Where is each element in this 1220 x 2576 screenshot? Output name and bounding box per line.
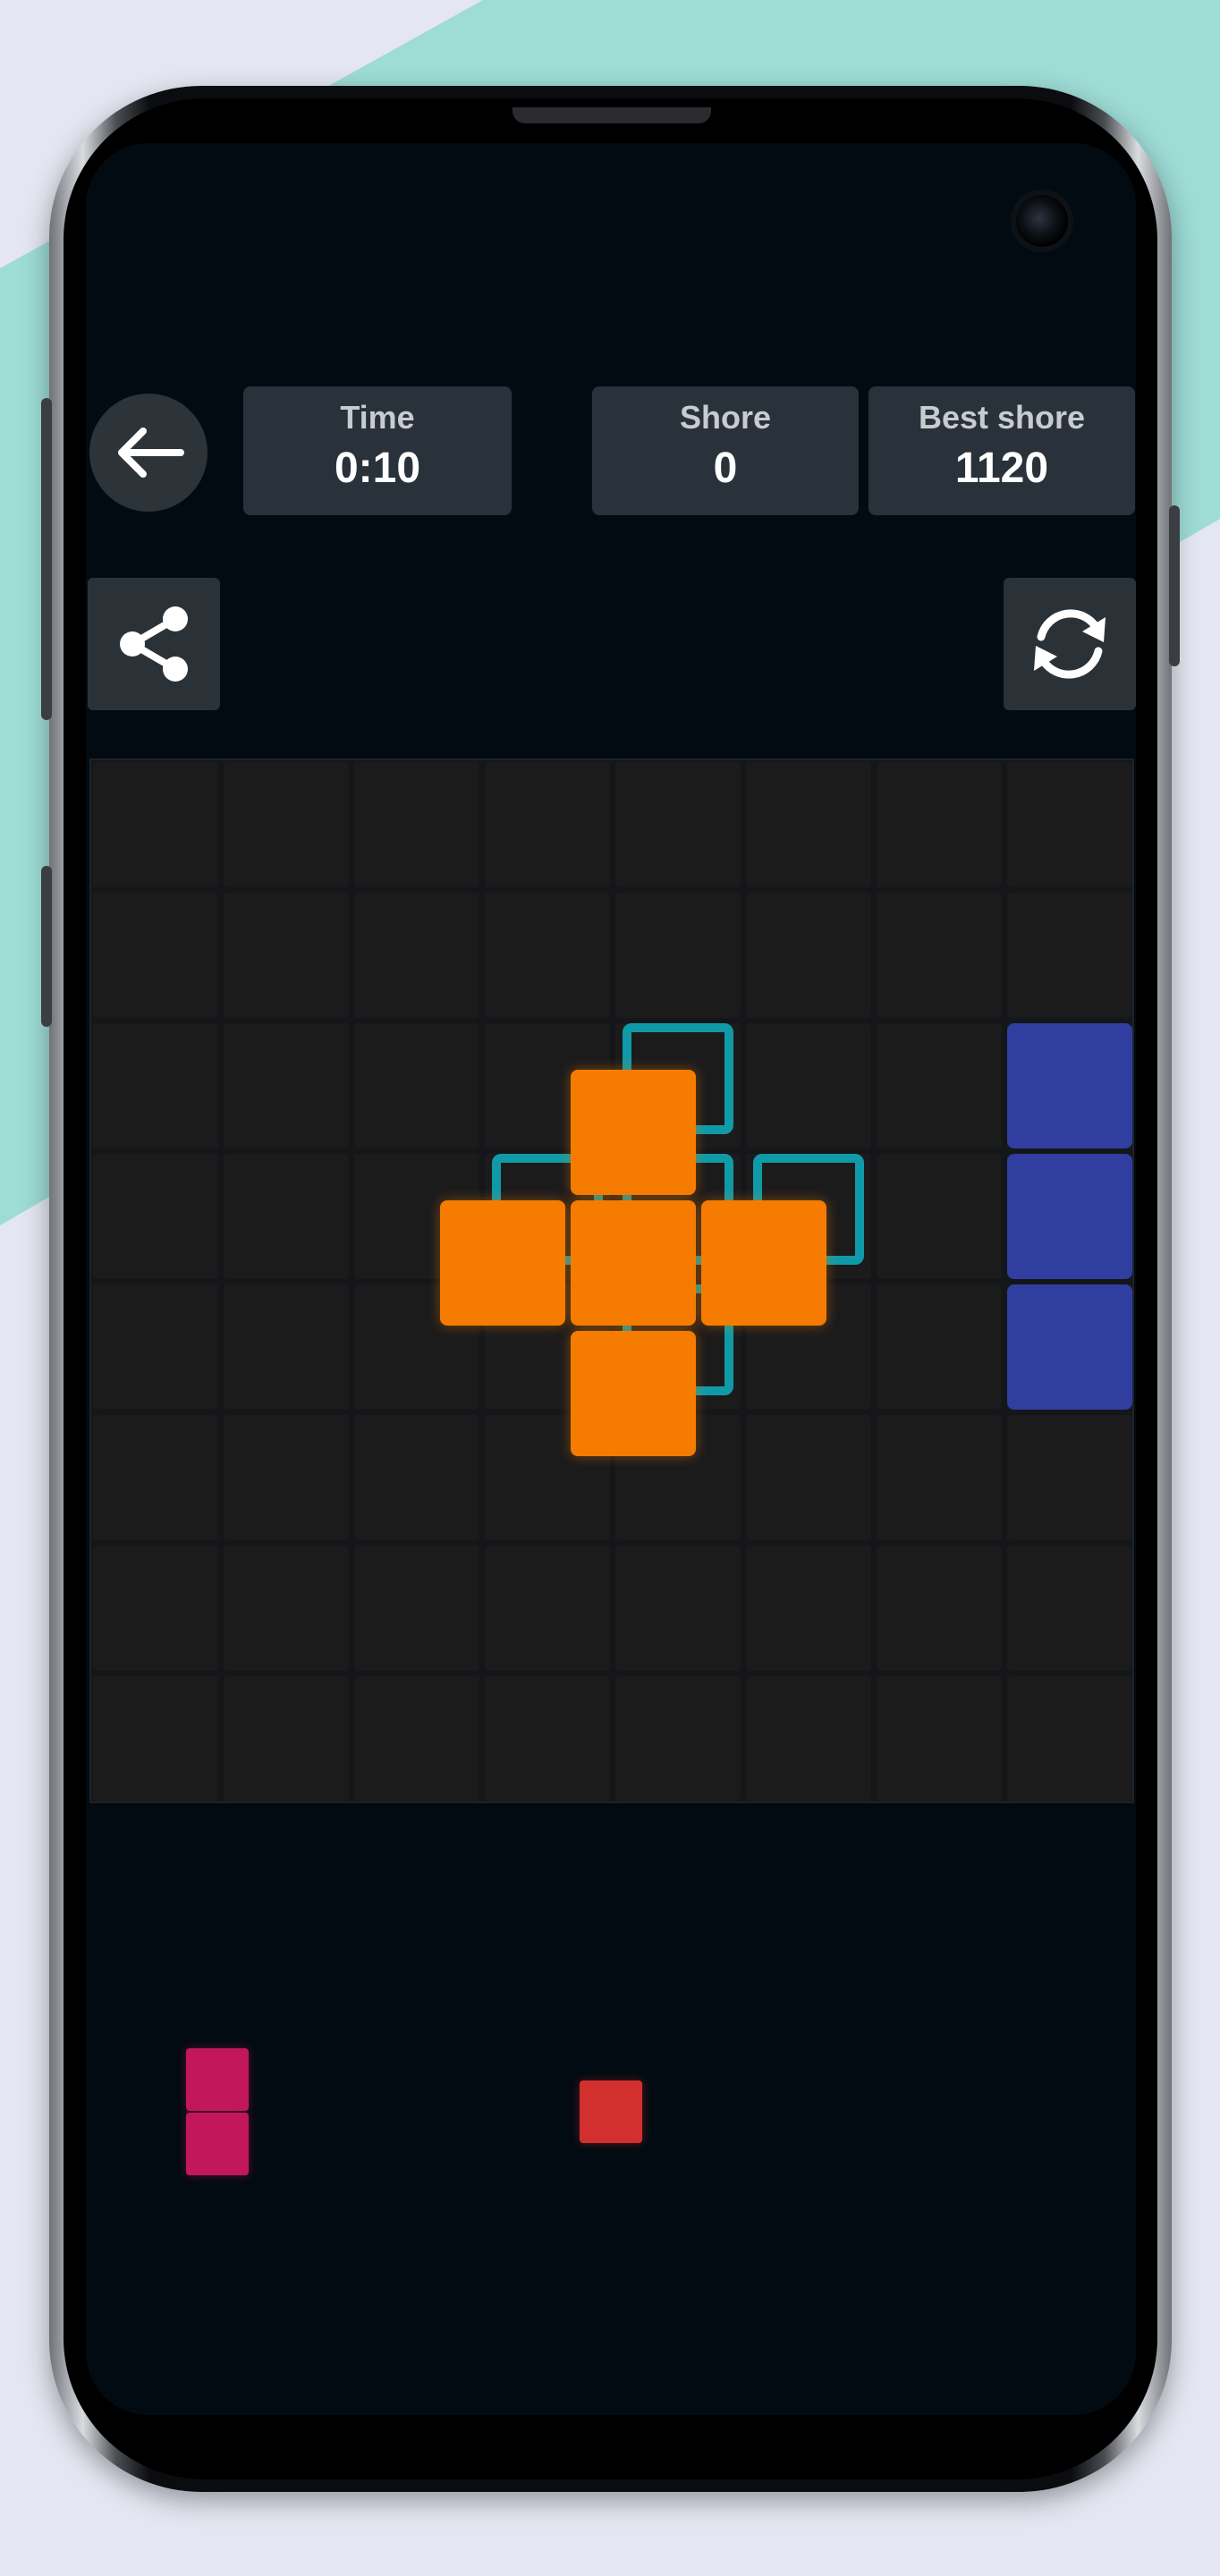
score-panel: Shore 0 (592, 386, 859, 515)
tray-piece-block[interactable] (580, 2080, 642, 2143)
dragging-piece-block[interactable] (571, 1331, 696, 1456)
board-cell[interactable] (224, 893, 349, 1018)
placed-block (1007, 1023, 1132, 1148)
board-cell[interactable] (224, 1154, 349, 1279)
board-cell[interactable] (93, 1415, 218, 1540)
board-cell[interactable] (93, 1154, 218, 1279)
dragging-piece-block[interactable] (440, 1200, 565, 1326)
board-cell[interactable] (224, 1284, 349, 1410)
board-cell[interactable] (93, 1546, 218, 1671)
board-cell[interactable] (746, 762, 871, 887)
board-cell[interactable] (746, 893, 871, 1018)
tray-piece-block[interactable] (186, 2113, 249, 2175)
board-cell[interactable] (485, 762, 610, 887)
board-cell[interactable] (877, 1415, 1002, 1540)
back-button[interactable] (89, 394, 208, 512)
board-cell[interactable] (615, 1546, 741, 1671)
power-button (1169, 505, 1180, 666)
score-value: 0 (713, 445, 738, 492)
bixby-button (41, 866, 52, 1027)
time-panel: Time 0:10 (243, 386, 512, 515)
board-cell[interactable] (354, 1415, 479, 1540)
share-button[interactable] (88, 578, 220, 710)
board-cell[interactable] (746, 1415, 871, 1540)
share-icon (120, 606, 188, 682)
board-cell[interactable] (93, 1676, 218, 1801)
front-camera (1011, 190, 1073, 252)
board-cell[interactable] (615, 893, 741, 1018)
board-cell[interactable] (354, 762, 479, 887)
board-cell[interactable] (224, 1415, 349, 1540)
board-cell[interactable] (877, 1284, 1002, 1410)
dragging-piece-block[interactable] (571, 1200, 696, 1326)
board-cell[interactable] (877, 1023, 1002, 1148)
board-cell[interactable] (877, 893, 1002, 1018)
score-label: Shore (679, 399, 772, 436)
best-score-label: Best shore (918, 399, 1086, 436)
restart-button[interactable] (1004, 578, 1136, 710)
board-cell[interactable] (746, 1676, 871, 1801)
board-cell[interactable] (877, 1546, 1002, 1671)
board-cell[interactable] (93, 1284, 218, 1410)
placed-block (1007, 1154, 1132, 1279)
board-cell[interactable] (877, 1676, 1002, 1801)
board-cell[interactable] (1007, 1546, 1132, 1671)
time-label: Time (340, 399, 415, 436)
board-cell[interactable] (354, 1676, 479, 1801)
board-cell[interactable] (485, 1676, 610, 1801)
best-score-panel: Best shore 1120 (868, 386, 1135, 515)
dragging-piece-block[interactable] (701, 1200, 826, 1326)
volume-button (41, 398, 52, 720)
board-cell[interactable] (354, 893, 479, 1018)
board-cell[interactable] (485, 893, 610, 1018)
board-cell[interactable] (93, 762, 218, 887)
board-cell[interactable] (877, 1154, 1002, 1279)
board-cell[interactable] (1007, 1415, 1132, 1540)
board-cell[interactable] (224, 1546, 349, 1671)
board-cell[interactable] (224, 1676, 349, 1801)
board-cell[interactable] (224, 1023, 349, 1148)
board-cell[interactable] (93, 893, 218, 1018)
board-cell[interactable] (354, 1546, 479, 1671)
board-cell[interactable] (615, 762, 741, 887)
board-cell[interactable] (1007, 1676, 1132, 1801)
restart-icon (1034, 609, 1106, 679)
board-cell[interactable] (615, 1676, 741, 1801)
tray-piece-block[interactable] (186, 2048, 249, 2111)
board-cell[interactable] (1007, 762, 1132, 887)
placed-block (1007, 1284, 1132, 1410)
board-cell[interactable] (93, 1023, 218, 1148)
board-cell[interactable] (877, 762, 1002, 887)
dragging-piece-block[interactable] (571, 1070, 696, 1195)
board-cell[interactable] (746, 1546, 871, 1671)
arrow-left-icon (118, 428, 184, 478)
best-score-value: 1120 (954, 445, 1049, 492)
board-cell[interactable] (485, 1546, 610, 1671)
board-cell[interactable] (746, 1023, 871, 1148)
board-cell[interactable] (224, 762, 349, 887)
board-cell[interactable] (354, 1023, 479, 1148)
time-value: 0:10 (334, 445, 421, 492)
earpiece-speaker (513, 107, 711, 123)
board-cell[interactable] (1007, 893, 1132, 1018)
